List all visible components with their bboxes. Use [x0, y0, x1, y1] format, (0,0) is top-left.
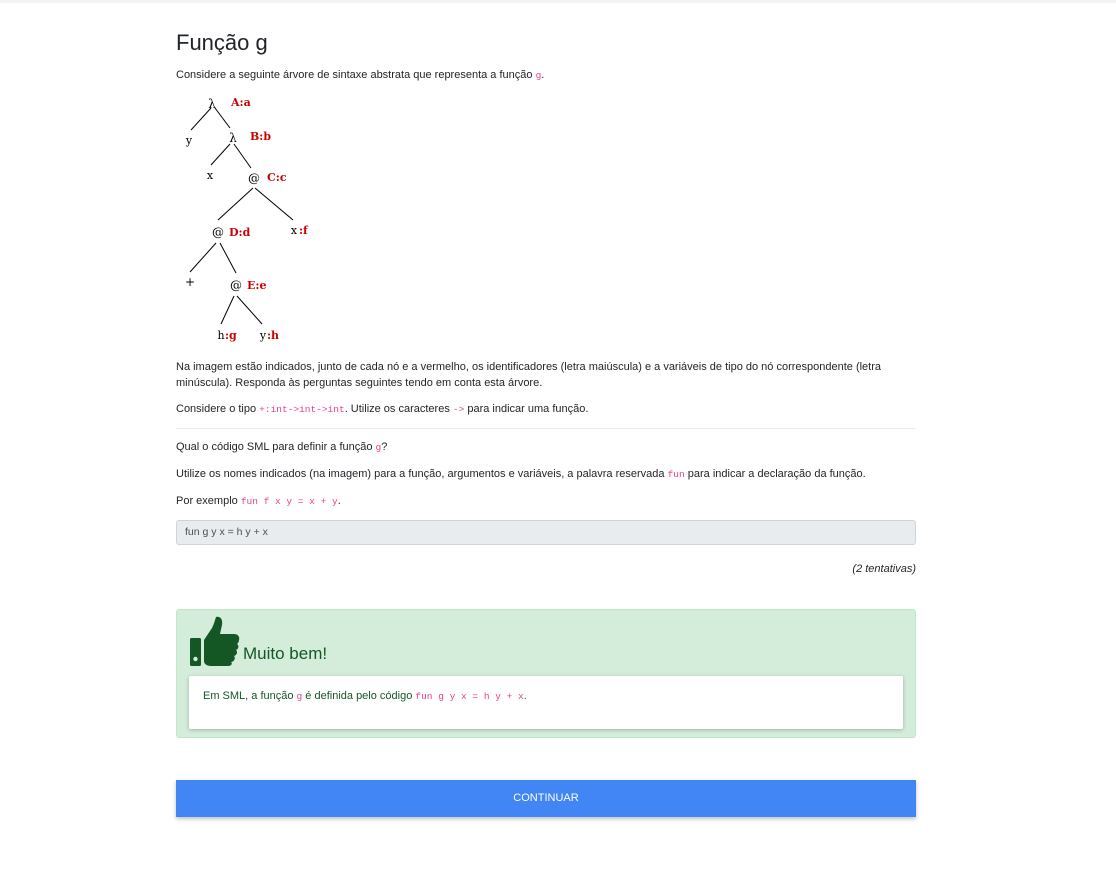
node-label-D: D:d	[229, 226, 251, 239]
inline-code: fun g y x = h y + x	[415, 691, 524, 702]
feedback-title: Muito bem!	[243, 644, 328, 663]
hint-text: Utilize os nomes indicados (na imagem) p…	[176, 468, 866, 480]
syntax-tree-diagram: λ A:a y λ B:b x @ C:c @ D:d x :f + @ E:e…	[185, 96, 309, 342]
node-label-g: :g	[225, 329, 237, 342]
attempts-count: (2 tentativas)	[852, 563, 916, 575]
inline-code: fun f x y = x + y	[240, 496, 338, 507]
inline-code: ->	[452, 404, 465, 415]
node-label-h: :h	[267, 329, 279, 342]
node-label-E: E:e	[247, 279, 266, 292]
intro-text: Considere a seguinte árvore de sintaxe a…	[176, 69, 545, 81]
thumbs-up-icon	[190, 616, 240, 666]
var-h-node: h	[217, 329, 224, 342]
plus-node: +	[185, 275, 195, 289]
example-text: Por exemplo fun f x y = x + y.	[176, 495, 341, 507]
node-label-C: C:c	[267, 171, 287, 184]
top-border	[0, 0, 1116, 3]
inline-code: fun	[667, 469, 685, 480]
var-x-node: x	[291, 224, 298, 237]
node-label-f: :f	[299, 224, 309, 237]
continue-button[interactable]: CONTINUAR	[176, 780, 916, 817]
question-text: Qual o código SML para definir a função …	[176, 441, 388, 453]
explanation-text: Na imagem estão indicados, junto de cada…	[176, 361, 882, 389]
apply-node: @	[248, 171, 260, 185]
page-title: Função g	[176, 30, 268, 55]
lambda-node: λ	[229, 131, 237, 145]
success-feedback: Muito bem! Em SML, a função g é definida…	[176, 609, 916, 738]
apply-node: @	[212, 225, 224, 239]
var-y-node: y	[185, 134, 193, 147]
inline-code: +:int->int->int	[259, 404, 345, 415]
node-label-B: B:b	[250, 130, 271, 143]
lambda-node: λ	[208, 97, 216, 111]
apply-node: @	[230, 278, 242, 292]
divider	[176, 428, 916, 429]
node-label-A: A:a	[230, 96, 251, 109]
feedback-text: Em SML, a função g é definida pelo códig…	[203, 690, 527, 702]
var-x-node: x	[207, 169, 214, 182]
var-y-node: y	[259, 329, 267, 342]
answer-field[interactable]: fun g y x = h y + x	[176, 520, 916, 545]
type-text: Considere o tipo +:int->int->int. Utiliz…	[176, 403, 589, 415]
feedback-card: Em SML, a função g é definida pelo códig…	[189, 676, 903, 729]
